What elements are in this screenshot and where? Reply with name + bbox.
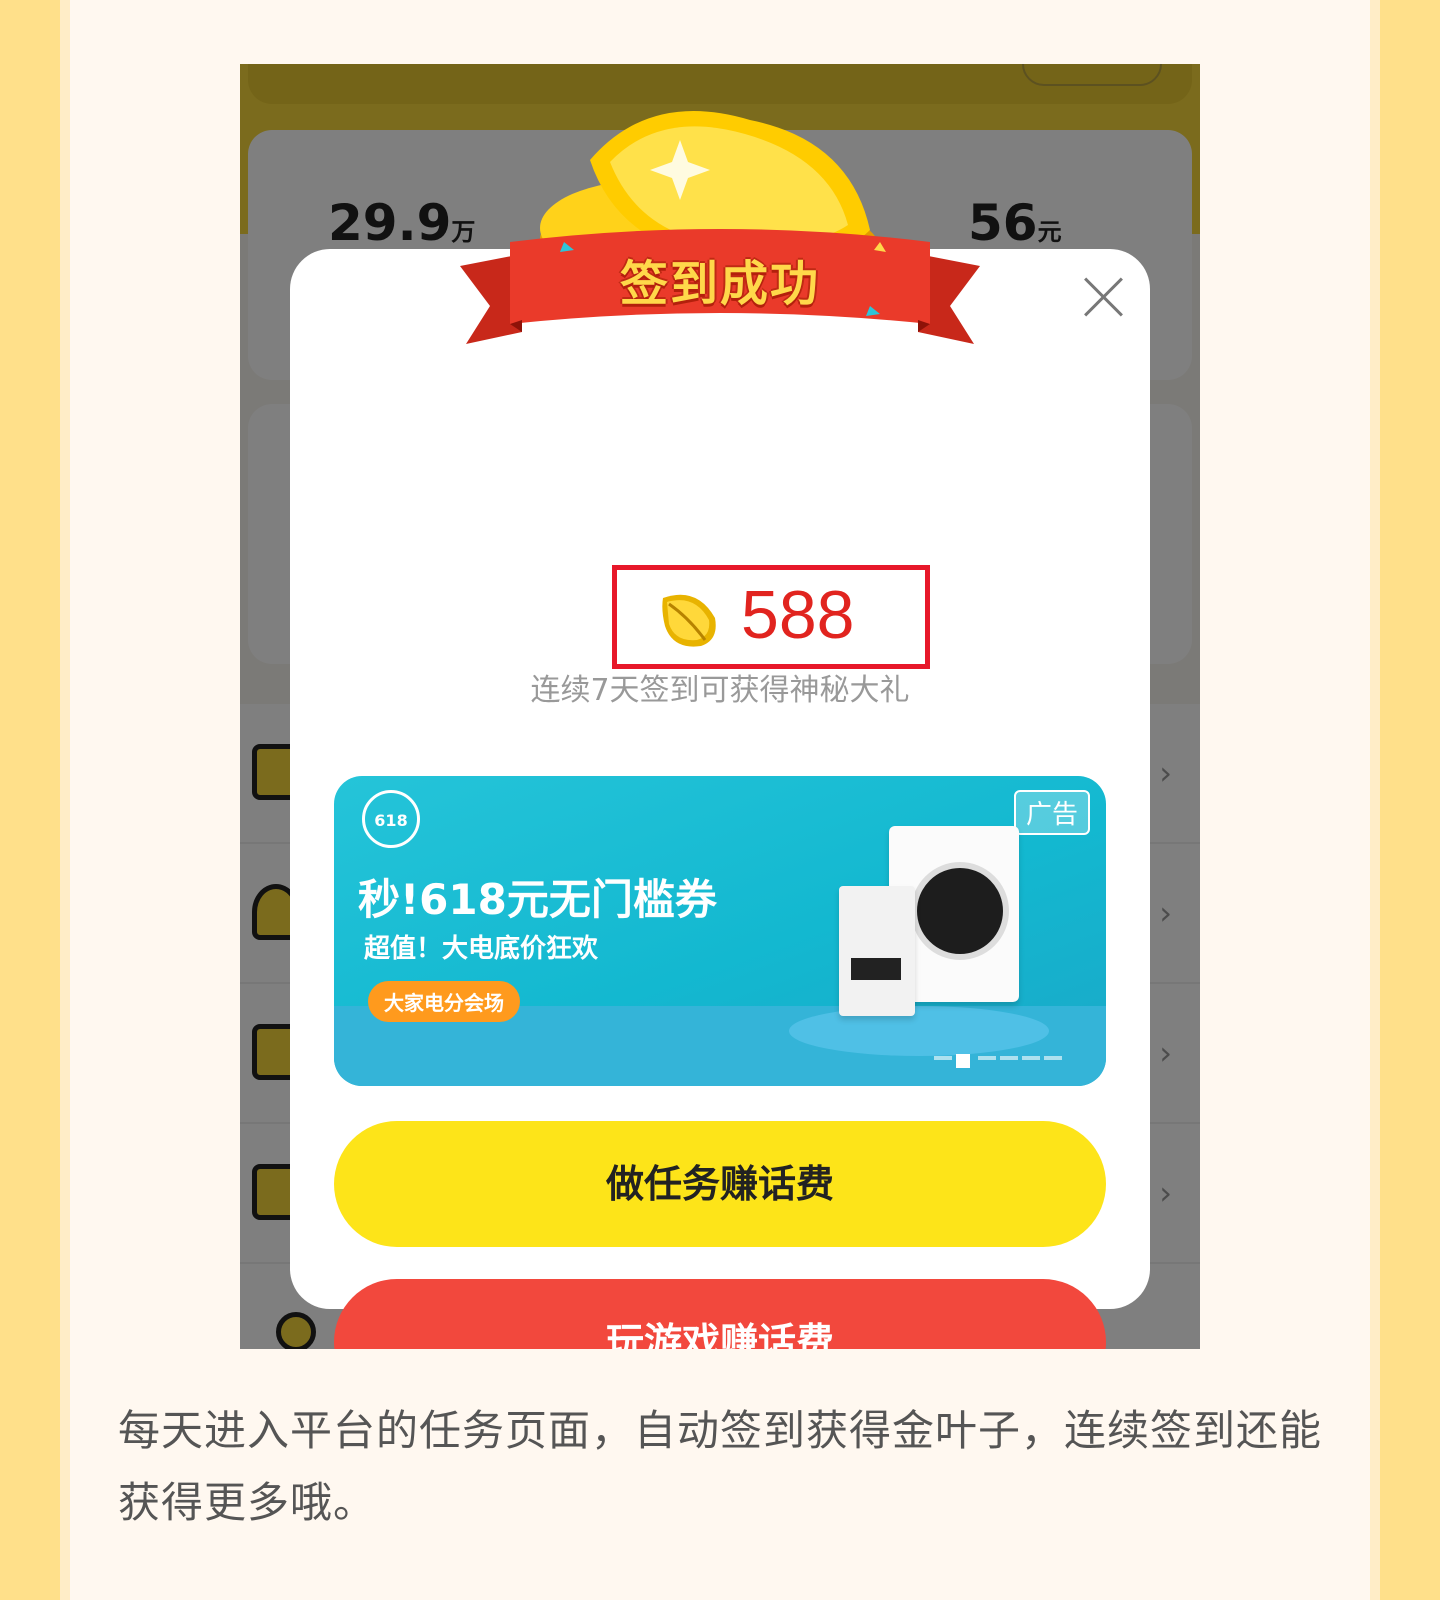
water-heater-image xyxy=(839,886,915,1016)
carousel-indicator xyxy=(934,1054,1064,1068)
618-badge-icon: 618 xyxy=(362,790,420,848)
carousel-dot xyxy=(1044,1056,1062,1060)
gold-leaf-icon xyxy=(662,594,716,647)
ad-label-badge: 广告 xyxy=(1013,790,1090,835)
ad-banner[interactable]: 618 广告 秒!618元无门槛券 超值！大电底价狂欢 大家电分会场 xyxy=(334,776,1106,1086)
heater-display xyxy=(851,958,901,980)
carousel-dot xyxy=(1022,1056,1040,1060)
streak-hint: 连续7天签到可获得神秘大礼 xyxy=(530,673,910,708)
carousel-dot xyxy=(956,1054,970,1068)
earn-by-games-button[interactable]: 玩游戏赚话费 xyxy=(334,1279,1106,1349)
ad-headline: 秒!618元无门槛券 xyxy=(358,875,717,924)
close-icon[interactable] xyxy=(1078,271,1128,321)
success-ribbon: 签到成功 xyxy=(460,224,980,354)
phone-screenshot: 29.9万 56元 › › › › 588 xyxy=(240,64,1200,1349)
caption-text: 每天进入平台的任务页面，自动签到获得金叶子，连续签到还能获得更多哦。 xyxy=(118,1406,1323,1527)
washer-door xyxy=(911,862,1009,960)
ribbon-title: 签到成功 xyxy=(619,256,820,312)
carousel-dot xyxy=(1000,1056,1018,1060)
reward-amount: 588 xyxy=(741,577,855,653)
reward-highlight: 588 xyxy=(612,565,930,669)
carousel-dot xyxy=(934,1056,952,1060)
earn-by-tasks-button[interactable]: 做任务赚话费 xyxy=(334,1121,1106,1247)
ad-subheadline: 超值！大电底价狂欢 xyxy=(364,934,599,964)
carousel-dot xyxy=(978,1056,996,1060)
checkin-dialog: 588 连续7天签到可获得神秘大礼 618 广告 秒!618元无门槛券 超值！大… xyxy=(290,249,1150,1349)
ad-cta-button[interactable]: 大家电分会场 xyxy=(368,981,520,1022)
product-podium xyxy=(789,1006,1049,1056)
